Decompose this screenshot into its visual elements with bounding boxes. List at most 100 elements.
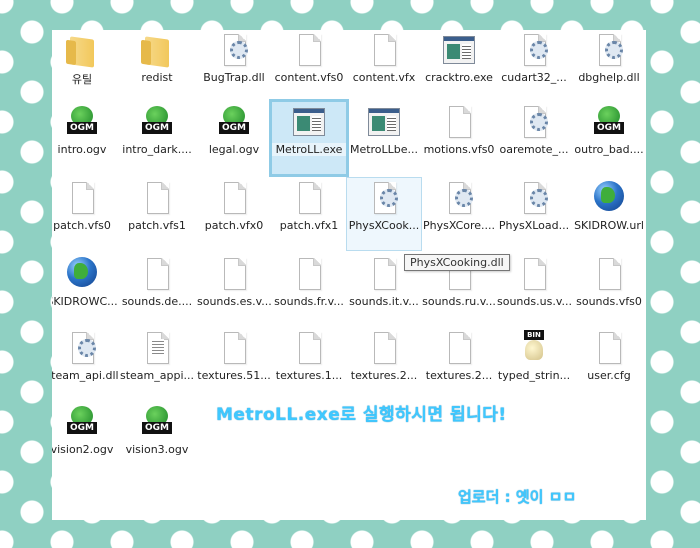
file-item[interactable]: cracktro.exe: [422, 30, 496, 102]
file-item[interactable]: oaremote_...: [497, 102, 571, 174]
file-item[interactable]: sounds.vfs0: [572, 254, 646, 326]
file-label: user.cfg: [587, 369, 631, 382]
file-label: dbghelp.dll: [578, 71, 640, 84]
file-item[interactable]: dbghelp.dll: [572, 30, 646, 102]
blank-file-icon: [366, 330, 402, 366]
blank-file-icon: [591, 256, 627, 292]
blank-file-icon: [516, 256, 552, 292]
file-label: textures.51...: [197, 369, 271, 382]
file-item[interactable]: MetroLL.exe: [269, 99, 349, 177]
file-item[interactable]: sounds.es.v...: [197, 254, 271, 326]
file-item[interactable]: steam_appi...: [120, 328, 194, 400]
file-item[interactable]: SKIDROW.url: [572, 178, 646, 250]
file-label: PhysXLoad...: [498, 219, 570, 232]
file-label: vision3.ogv: [125, 443, 189, 456]
blank-file-icon: [291, 180, 327, 216]
file-label: cracktro.exe: [425, 71, 493, 84]
dll-gear-icon: [441, 180, 477, 216]
blank-file-icon: [366, 256, 402, 292]
text-file-icon: [139, 330, 175, 366]
file-item[interactable]: user.cfg: [572, 328, 646, 400]
file-item[interactable]: sounds.de....: [120, 254, 194, 326]
blank-file-icon: [291, 32, 327, 68]
file-item[interactable]: OGM legal.ogv: [197, 102, 271, 174]
ogm-video-icon: OGM: [216, 104, 252, 140]
file-label: oaremote_...: [499, 143, 569, 156]
dll-gear-icon: [516, 180, 552, 216]
file-label: patch.vfs0: [53, 219, 111, 232]
file-label: MetroLLbe...: [349, 143, 419, 156]
file-item[interactable]: MetroLLbe...: [347, 102, 421, 174]
blank-file-icon: [216, 330, 252, 366]
file-label: SKIDROWC...: [52, 295, 118, 308]
application-icon: [366, 104, 402, 140]
file-label: textures.2...: [425, 369, 493, 382]
file-item[interactable]: patch.vfs0: [52, 178, 119, 250]
ogm-video-icon: OGM: [139, 104, 175, 140]
file-item[interactable]: content.vfx: [347, 30, 421, 102]
file-item[interactable]: content.vfs0: [272, 30, 346, 102]
file-item[interactable]: OGM intro_dark....: [120, 102, 194, 174]
file-item[interactable]: BIN typed_strin...: [497, 328, 571, 400]
blank-file-icon: [291, 256, 327, 292]
file-label: typed_strin...: [497, 369, 571, 382]
file-label: redist: [141, 71, 173, 84]
file-item[interactable]: patch.vfx0: [197, 178, 271, 250]
file-label: outro_bad....: [574, 143, 644, 156]
file-item[interactable]: steam_api.dll: [52, 328, 119, 400]
file-item[interactable]: OGM intro.ogv: [52, 102, 119, 174]
file-item[interactable]: textures.51...: [197, 328, 271, 400]
file-item[interactable]: textures.2...: [347, 328, 421, 400]
file-item[interactable]: OGM vision2.ogv: [52, 402, 119, 474]
file-label: sounds.fr.v...: [274, 295, 344, 308]
file-label: textures.2...: [350, 369, 418, 382]
file-item[interactable]: PhysXLoad...: [497, 178, 571, 250]
file-item[interactable]: OGM outro_bad....: [572, 102, 646, 174]
file-item[interactable]: 유틸: [52, 30, 119, 102]
explorer-file-view: 유틸 redist BugTrap.dll content.vfs0 content.v…: [52, 30, 646, 520]
file-label: legal.ogv: [208, 143, 260, 156]
file-item[interactable]: PhysXCook...: [346, 177, 422, 251]
ogm-video-icon: OGM: [64, 104, 100, 140]
file-item[interactable]: patch.vfs1: [120, 178, 194, 250]
file-label: intro.ogv: [57, 143, 107, 156]
file-item[interactable]: textures.1...: [272, 328, 346, 400]
file-label: 유틸: [71, 73, 93, 86]
file-item[interactable]: PhysXCore....: [422, 178, 496, 250]
file-item[interactable]: textures.2...: [422, 328, 496, 400]
folder-icon: [139, 32, 175, 68]
file-label: sounds.it.v...: [349, 295, 419, 308]
file-label: cudart32_...: [501, 71, 567, 84]
file-label: content.vfx: [352, 71, 416, 84]
bin-file-icon: BIN: [516, 330, 552, 366]
blank-file-icon: [64, 180, 100, 216]
file-label: BugTrap.dll: [203, 71, 265, 84]
ogm-video-icon: OGM: [591, 104, 627, 140]
file-label: steam_appi...: [120, 369, 194, 382]
file-label: intro_dark....: [122, 143, 192, 156]
file-grid: 유틸 redist BugTrap.dll content.vfs0 content.v…: [52, 30, 646, 520]
file-item[interactable]: BugTrap.dll: [197, 30, 271, 102]
ogm-video-icon: OGM: [139, 404, 175, 440]
file-label: MetroLL.exe: [272, 143, 346, 156]
file-item[interactable]: cudart32_...: [497, 30, 571, 102]
file-item[interactable]: SKIDROWC...: [52, 254, 119, 326]
file-item[interactable]: redist: [120, 30, 194, 102]
instruction-caption: MetroLL.exe로 실행하시면 됩니다!: [216, 405, 507, 425]
file-item[interactable]: OGM vision3.ogv: [120, 402, 194, 474]
blank-file-icon: [216, 256, 252, 292]
application-icon: [291, 104, 327, 140]
file-label: SKIDROW.url: [574, 219, 644, 232]
file-item[interactable]: patch.vfx1: [272, 178, 346, 250]
globe-icon: [591, 180, 627, 216]
globe-icon: [64, 256, 100, 292]
file-label: steam_api.dll: [52, 369, 119, 382]
blank-file-icon: [139, 256, 175, 292]
dll-gear-icon: [366, 180, 402, 216]
dll-gear-icon: [64, 330, 100, 366]
file-item[interactable]: sounds.fr.v...: [272, 254, 346, 326]
file-label: vision2.ogv: [52, 443, 114, 456]
application-icon: [441, 32, 477, 68]
file-item[interactable]: motions.vfs0: [422, 102, 496, 174]
file-label: patch.vfx1: [279, 219, 339, 232]
